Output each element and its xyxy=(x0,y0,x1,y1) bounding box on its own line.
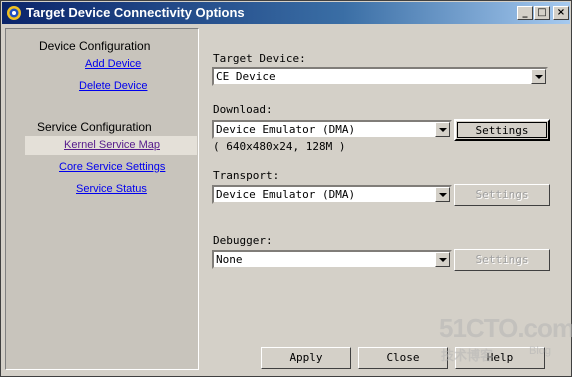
debugger-label: Debugger: xyxy=(213,234,273,247)
download-dropdown[interactable]: Device Emulator (DMA) xyxy=(212,120,452,139)
chevron-down-icon[interactable] xyxy=(531,69,546,84)
debugger-value: None xyxy=(216,253,243,266)
download-label: Download: xyxy=(213,103,273,116)
debugger-dropdown[interactable]: None xyxy=(212,250,452,269)
target-device-label: Target Device: xyxy=(213,52,306,65)
device-configuration-heading: Device Configuration xyxy=(39,39,151,53)
connectivity-options-window: Target Device Connectivity Options _ □ ×… xyxy=(0,0,572,377)
chevron-down-icon[interactable] xyxy=(435,252,450,267)
add-device-link[interactable]: Add Device xyxy=(85,58,141,70)
window-title: Target Device Connectivity Options xyxy=(26,5,245,20)
download-info: ( 640x480x24, 128M ) xyxy=(213,140,346,153)
kernel-service-map-link[interactable]: Kernel Service Map xyxy=(64,139,160,151)
delete-device-link[interactable]: Delete Device xyxy=(79,80,147,92)
close-window-button[interactable]: × xyxy=(553,6,569,20)
maximize-button[interactable]: □ xyxy=(534,6,550,20)
app-icon xyxy=(7,6,21,20)
download-value: Device Emulator (DMA) xyxy=(216,123,356,136)
close-button[interactable]: Close xyxy=(358,347,448,369)
help-button[interactable]: Help xyxy=(455,347,545,369)
transport-dropdown[interactable]: Device Emulator (DMA) xyxy=(212,185,452,204)
transport-settings-button[interactable]: Settings xyxy=(454,184,550,206)
transport-label: Transport: xyxy=(213,169,280,182)
apply-button[interactable]: Apply xyxy=(261,347,351,369)
target-device-dropdown[interactable]: CE Device xyxy=(212,67,548,86)
title-bar[interactable]: Target Device Connectivity Options _ □ × xyxy=(2,2,570,24)
watermark-main: 51CTO.com xyxy=(439,313,572,343)
minimize-button[interactable]: _ xyxy=(517,6,533,20)
options-sidebar: Device Configuration Add Device Delete D… xyxy=(5,28,199,370)
service-status-link[interactable]: Service Status xyxy=(76,183,147,195)
transport-value: Device Emulator (DMA) xyxy=(216,188,356,201)
chevron-down-icon[interactable] xyxy=(435,187,450,202)
service-configuration-heading: Service Configuration xyxy=(37,120,152,134)
chevron-down-icon[interactable] xyxy=(435,122,450,137)
core-service-settings-link[interactable]: Core Service Settings xyxy=(59,161,165,173)
debugger-settings-button[interactable]: Settings xyxy=(454,249,550,271)
target-device-value: CE Device xyxy=(216,70,276,83)
download-settings-button[interactable]: Settings xyxy=(454,119,550,141)
